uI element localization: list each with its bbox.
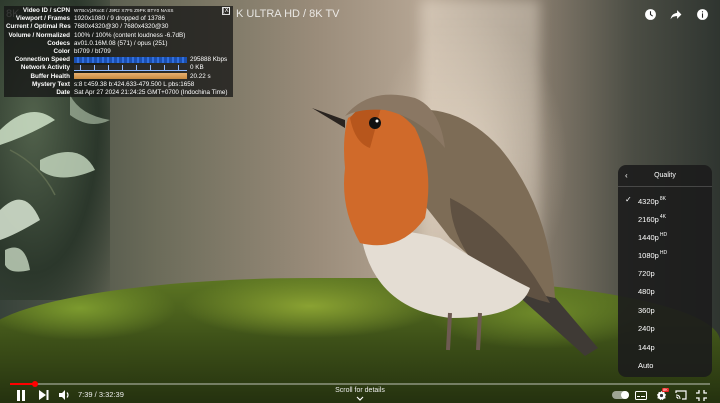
quality-option-label: 144p <box>638 343 655 352</box>
stats-key: Connection Speed <box>14 56 70 64</box>
connection-speed-graph <box>74 56 187 63</box>
quality-option-label: 720p <box>638 269 655 278</box>
info-icon[interactable] <box>694 6 710 22</box>
stats-key: Buffer Health <box>30 72 70 80</box>
quality-option-label: 1440p <box>638 233 659 242</box>
quality-menu-header[interactable]: ‹ Quality <box>618 165 712 187</box>
quality-option-label: 480p <box>638 287 655 296</box>
quality-option-2160p[interactable]: 2160p4K <box>618 210 712 228</box>
time-display: 7:39 / 3:32:39 <box>78 390 124 399</box>
next-video-icon[interactable] <box>37 389 51 401</box>
stats-row-connection-speed: Connection Speed 295888 Kbps <box>6 56 230 64</box>
stats-row-mystery-text: Mystery Text s:8 t:459.38 b:424.633-479.… <box>6 81 230 89</box>
stats-value: av01.0.16M.08 (571) / opus (251) <box>74 39 168 47</box>
stats-key: Color <box>53 48 70 56</box>
quality-badge: HD <box>659 232 668 238</box>
stats-row-resolution: Current / Optimal Res 7680x4320@30 / 768… <box>6 23 230 31</box>
settings-quality-badge: 8K <box>662 388 669 392</box>
stats-key: Network Activity <box>20 64 70 72</box>
stats-row-volume: Volume / Normalized 100% / 100% (content… <box>6 32 230 40</box>
stats-row-video-id: Video ID / sCPN W7BcVjJRxcE / J9R2 X7F5 … <box>6 7 230 15</box>
quality-menu-title: Quality <box>654 172 676 179</box>
quality-option-label: 2160p <box>638 215 659 224</box>
stats-value: 7680x4320@30 / 7680x4320@30 <box>74 23 169 31</box>
quality-option-4320p[interactable]: ✓ 4320p8K <box>618 192 712 210</box>
quality-badge: HD <box>659 250 668 256</box>
subtitles-icon[interactable] <box>634 389 648 401</box>
stats-for-nerds-panel: [X] Video ID / sCPN W7BcVjJRxcE / J9R2 X… <box>4 6 233 97</box>
stats-row-buffer-health: Buffer Health 20.22 s <box>6 73 230 81</box>
stats-value: 295888 Kbps <box>190 56 228 64</box>
stats-value: 0 KB <box>190 64 204 72</box>
quality-option-360p[interactable]: 360p <box>618 302 712 320</box>
stats-row-color: Color bt709 / bt709 <box>6 48 230 56</box>
quality-option-label: Auto <box>638 361 654 370</box>
network-activity-graph <box>74 64 187 71</box>
stats-row-date: Date Sat Apr 27 2024 21:24:25 GMT+0700 (… <box>6 89 230 97</box>
quality-option-auto[interactable]: Auto <box>618 357 712 375</box>
share-icon[interactable] <box>668 6 684 22</box>
autoplay-toggle-knob <box>621 391 629 399</box>
stats-key: Codecs <box>47 39 70 47</box>
stats-key: Video ID / sCPN <box>22 7 70 14</box>
quality-option-480p[interactable]: 480p <box>618 283 712 301</box>
stats-row-codecs: Codecs av01.0.16M.08 (571) / opus (251) <box>6 40 230 48</box>
quality-option-label: 4320p <box>638 197 659 206</box>
stats-row-viewport: Viewport / Frames 1920x1080 / 9 dropped … <box>6 15 230 23</box>
volume-icon[interactable] <box>58 389 72 401</box>
leaves-image <box>0 95 110 272</box>
stats-key: Volume / Normalized <box>8 31 70 39</box>
stats-row-network-activity: Network Activity 0 KB <box>6 64 230 72</box>
stats-key: Date <box>56 89 70 97</box>
scroll-for-details-hint[interactable]: Scroll for details <box>300 387 420 394</box>
quality-option-720p[interactable]: 720p <box>618 265 712 283</box>
check-icon: ✓ <box>625 195 632 204</box>
quality-option-144p[interactable]: 144p <box>618 339 712 357</box>
pause-icon[interactable] <box>14 389 28 401</box>
quality-option-1440p[interactable]: 1440pHD <box>618 228 712 246</box>
autoplay-toggle[interactable] <box>612 391 629 399</box>
chevron-down-icon[interactable] <box>356 396 364 402</box>
quality-badge: 4K <box>659 214 666 220</box>
stats-key: Viewport / Frames <box>15 15 70 23</box>
stats-close-button[interactable]: [X] <box>222 7 230 15</box>
quality-option-label: 240p <box>638 324 655 333</box>
quality-badge: 8K <box>659 196 666 202</box>
stats-value: 100% / 100% (content loudness -6.7dB) <box>74 31 186 39</box>
stats-key: Current / Optimal Res <box>6 23 71 31</box>
stats-value: s:8 t:459.38 b:424.633-479.500 L pbs:165… <box>74 80 195 88</box>
stats-value: bt709 / bt709 <box>74 48 111 56</box>
quality-option-label: 360p <box>638 306 655 315</box>
stats-key: Mystery Text <box>31 80 70 88</box>
stats-value: W7BcVjJRxcE / J9R2 X7F5 Z9PK BTY0 NASS <box>74 8 174 13</box>
quality-menu: ‹ Quality ✓ 4320p8K 2160p4K 1440pHD 1080… <box>618 165 712 377</box>
progress-bar[interactable] <box>10 381 710 387</box>
top-actions <box>642 6 710 22</box>
stats-value: 1920x1080 / 9 dropped of 13786 <box>74 15 166 23</box>
buffer-health-graph <box>74 72 187 79</box>
robin-bird-image <box>312 94 598 356</box>
watch-later-icon[interactable] <box>642 6 658 22</box>
stats-value: 20.22 s <box>190 72 211 80</box>
quality-option-240p[interactable]: 240p <box>618 320 712 338</box>
video-title-rest: K ULTRA HD / 8K TV <box>236 8 340 20</box>
cast-icon[interactable] <box>674 389 688 401</box>
stats-value: Sat Apr 27 2024 21:24:25 GMT+0700 (Indoc… <box>74 89 228 97</box>
quality-option-1080p[interactable]: 1080pHD <box>618 246 712 264</box>
exit-fullscreen-icon[interactable] <box>694 389 708 401</box>
quality-option-label: 1080p <box>638 251 659 260</box>
player-controls: 7:39 / 3:32:39 Scroll for details 8K <box>0 387 720 403</box>
